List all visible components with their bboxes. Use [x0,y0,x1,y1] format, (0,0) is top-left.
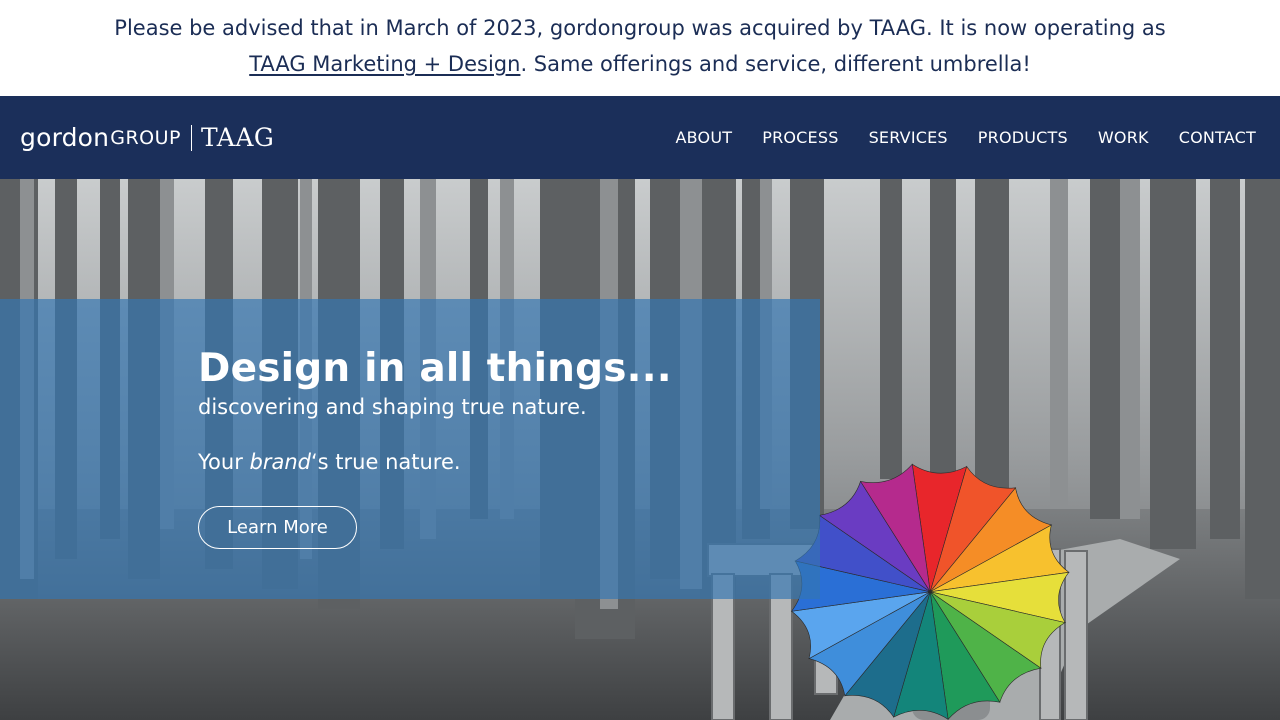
logo-taag-text: TAAG [200,123,275,152]
nav-process[interactable]: PROCESS [762,128,838,147]
nav-services[interactable]: SERVICES [869,128,948,147]
notice-line-1: Please be advised that in March of 2023,… [114,16,1166,40]
hero-banner: Design in all things... discovering and … [0,179,1280,720]
hero-overlay [0,299,820,599]
logo-divider [190,124,192,151]
notice-line-2: TAAG Marketing + Design. Same offerings … [0,46,1280,82]
tagline-suffix: ‘s true nature. [311,450,461,474]
logo-group-text: GROUP [110,126,181,149]
site-logo[interactable]: gordon GROUP TAAG [20,123,274,152]
hero-title: Design in all things... [198,346,672,391]
site-header: gordon GROUP TAAG ABOUT PROCESS SERVICES… [0,96,1280,179]
tagline-prefix: Your [198,450,250,474]
nav-contact[interactable]: CONTACT [1179,128,1256,147]
logo-gordon-text: gordon [20,123,110,152]
hero-tagline: Your brand‘s true nature. [198,450,461,474]
nav-about[interactable]: ABOUT [676,128,733,147]
taag-link[interactable]: TAAG Marketing + Design [249,52,520,76]
main-nav: ABOUT PROCESS SERVICES PRODUCTS WORK CON… [676,128,1257,147]
acquisition-notice: Please be advised that in March of 2023,… [0,0,1280,96]
learn-more-button[interactable]: Learn More [198,506,357,549]
nav-work[interactable]: WORK [1098,128,1149,147]
nav-products[interactable]: PRODUCTS [978,128,1068,147]
hero-subtitle: discovering and shaping true nature. [198,395,587,419]
notice-line-2-rest: . Same offerings and service, different … [520,52,1031,76]
tagline-emphasis: brand [249,450,311,474]
